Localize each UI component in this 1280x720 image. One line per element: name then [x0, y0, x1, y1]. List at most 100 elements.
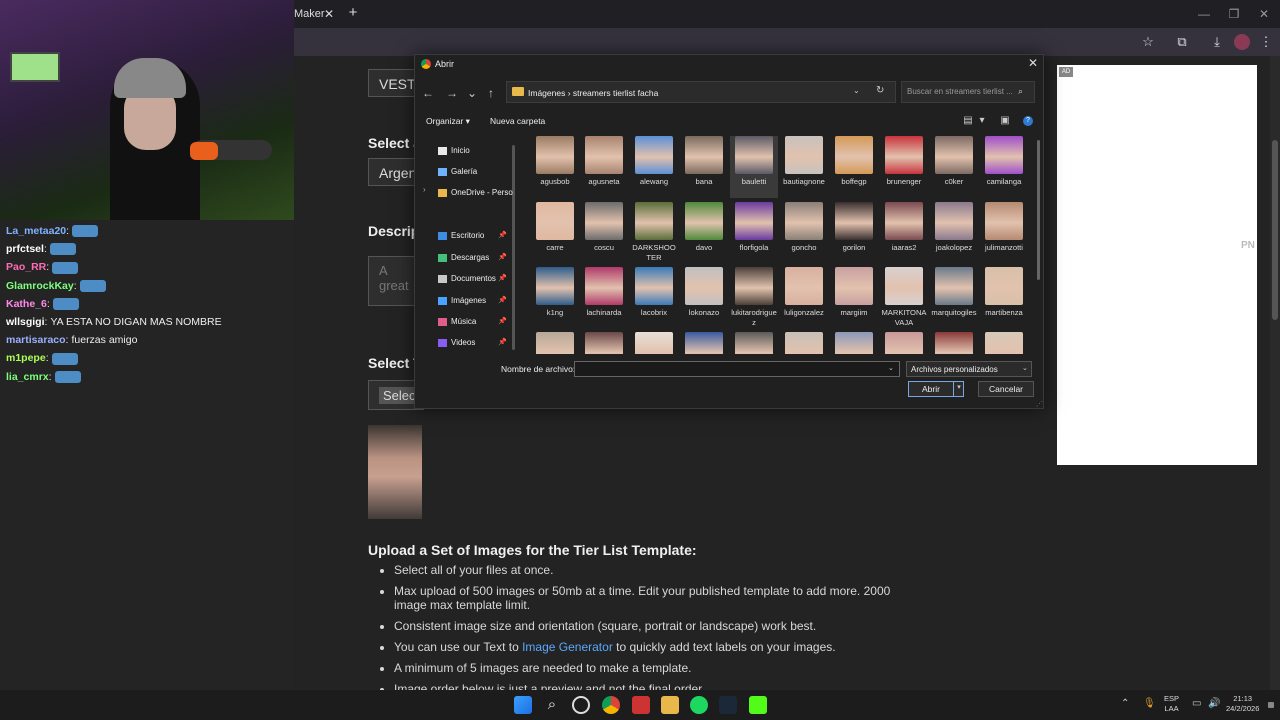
- network-icon[interactable]: ▭: [1192, 698, 1201, 709]
- nav-item[interactable]: Galería: [451, 167, 477, 176]
- resize-grip-icon[interactable]: ⋰: [1036, 400, 1043, 408]
- nav-item[interactable]: OneDrive - Perso: [451, 188, 513, 197]
- kick-icon[interactable]: [749, 696, 767, 714]
- view-options-icon[interactable]: ▤: [962, 115, 974, 127]
- forward-arrow-icon[interactable]: →: [444, 85, 460, 101]
- cancel-button[interactable]: Cancelar: [978, 381, 1034, 397]
- new-tab-button[interactable]: +: [346, 0, 360, 26]
- file-item[interactable]: k1ng: [531, 267, 579, 329]
- image-generator-link[interactable]: Image Generator: [522, 640, 613, 654]
- file-item[interactable]: luligonzalez: [780, 267, 828, 329]
- back-arrow-icon[interactable]: ←: [420, 85, 436, 101]
- restore-icon[interactable]: ❐: [1222, 0, 1246, 28]
- file-item[interactable]: carre: [531, 202, 579, 264]
- file-item[interactable]: [630, 332, 678, 354]
- file-item[interactable]: agusbob: [531, 136, 579, 198]
- browser-menu-icon[interactable]: ⋮: [1256, 32, 1276, 52]
- new-folder-button[interactable]: Nueva carpeta: [490, 116, 545, 126]
- file-item[interactable]: c0ker: [930, 136, 978, 198]
- open-split-chevron-icon[interactable]: ▾: [953, 381, 964, 397]
- nav-item[interactable]: Documentos: [451, 274, 496, 283]
- file-item[interactable]: alewang: [630, 136, 678, 198]
- file-item[interactable]: brunenger: [880, 136, 928, 198]
- page-scrollbar-thumb[interactable]: [1272, 140, 1278, 320]
- file-item[interactable]: lacobrix: [630, 267, 678, 329]
- bookmark-star-icon[interactable]: ☆: [1138, 32, 1158, 52]
- file-item[interactable]: marquitogiles: [930, 267, 978, 329]
- up-arrow-icon[interactable]: ↑: [483, 85, 499, 101]
- steam-icon[interactable]: [719, 696, 737, 714]
- chat-username[interactable]: Pao_RR: [6, 261, 46, 273]
- filename-dropdown-icon[interactable]: ⌄: [888, 364, 894, 372]
- chat-username[interactable]: La_metaa20: [6, 225, 66, 237]
- file-item[interactable]: davo: [680, 202, 728, 264]
- refresh-icon[interactable]: ↻: [876, 85, 888, 96]
- window-close-icon[interactable]: ✕: [1252, 0, 1276, 28]
- preview-pane-icon[interactable]: ▣: [999, 115, 1011, 127]
- file-item[interactable]: lachinarda: [580, 267, 628, 329]
- file-item[interactable]: julimanzotti: [980, 202, 1028, 264]
- chat-username[interactable]: Kathe_6: [6, 298, 47, 310]
- view-chevron-icon[interactable]: ▾: [976, 115, 988, 127]
- chat-username[interactable]: martisaraco: [6, 334, 66, 346]
- file-item[interactable]: margiim: [830, 267, 878, 329]
- profile-avatar[interactable]: [1234, 34, 1250, 50]
- file-item[interactable]: [531, 332, 579, 354]
- search-input[interactable]: Buscar en streamers tierlist ...: [901, 81, 1035, 103]
- chat-username[interactable]: m1pepe: [6, 352, 46, 364]
- address-dropdown-icon[interactable]: ⌄: [853, 86, 863, 95]
- chat-username[interactable]: lia_cmrx: [6, 371, 49, 383]
- volume-icon[interactable]: 🔊: [1208, 698, 1220, 709]
- expand-chevron-icon[interactable]: ›: [423, 185, 426, 194]
- filetype-select[interactable]: Archivos personalizados: [906, 361, 1032, 377]
- chrome-taskbar-icon[interactable]: [602, 696, 620, 714]
- microphone-tray-icon[interactable]: 🎙: [1143, 698, 1156, 709]
- file-item[interactable]: lukitarodriguez: [730, 267, 778, 329]
- file-item[interactable]: [780, 332, 828, 354]
- search-taskbar-icon[interactable]: ⌕: [543, 696, 561, 714]
- spotify-icon[interactable]: [690, 696, 708, 714]
- file-item[interactable]: iaaras2: [880, 202, 928, 264]
- download-icon[interactable]: ⤓: [1207, 32, 1227, 52]
- windows-start-icon[interactable]: [514, 696, 532, 714]
- file-item[interactable]: bautiagnone: [780, 136, 828, 198]
- ad-banner[interactable]: [1057, 65, 1257, 465]
- nav-item[interactable]: Videos: [451, 338, 475, 347]
- search-icon[interactable]: ⌕: [1018, 86, 1028, 97]
- file-item[interactable]: florfigola: [730, 202, 778, 264]
- chat-username[interactable]: wllsgigi: [6, 316, 45, 328]
- file-item[interactable]: [580, 332, 628, 354]
- recent-chevron-icon[interactable]: ⌄: [464, 85, 480, 101]
- file-explorer-icon[interactable]: [661, 696, 679, 714]
- file-item[interactable]: [880, 332, 928, 354]
- file-item[interactable]: boffegp: [830, 136, 878, 198]
- file-item[interactable]: [730, 332, 778, 354]
- file-item[interactable]: [830, 332, 878, 354]
- obs-icon[interactable]: [572, 696, 590, 714]
- file-item[interactable]: lokonazo: [680, 267, 728, 329]
- file-item[interactable]: agusneta: [580, 136, 628, 198]
- file-item[interactable]: bauletti: [730, 136, 778, 198]
- file-item[interactable]: coscu: [580, 202, 628, 264]
- chat-username[interactable]: prfctsel: [6, 243, 44, 255]
- file-item[interactable]: [680, 332, 728, 354]
- nav-item[interactable]: Escritorio: [451, 231, 484, 240]
- file-item[interactable]: [980, 332, 1028, 354]
- extensions-icon[interactable]: ⧉: [1172, 32, 1192, 52]
- app-icon[interactable]: [632, 696, 650, 714]
- nav-scrollbar[interactable]: [512, 145, 515, 350]
- file-item[interactable]: camilanga: [980, 136, 1028, 198]
- file-item[interactable]: goncho: [780, 202, 828, 264]
- dialog-close-icon[interactable]: ✕: [1026, 56, 1040, 70]
- files-scrollbar[interactable]: [1037, 140, 1040, 280]
- file-item[interactable]: bana: [680, 136, 728, 198]
- file-item[interactable]: gorilon: [830, 202, 878, 264]
- notification-icon[interactable]: [1268, 702, 1274, 708]
- breadcrumb[interactable]: Imágenes › streamers tierlist facha: [528, 88, 658, 98]
- language-indicator[interactable]: ESP LAA: [1164, 694, 1179, 714]
- file-item[interactable]: DARKSHOOTER: [630, 202, 678, 264]
- nav-item[interactable]: Música: [451, 317, 476, 326]
- file-item[interactable]: martibenza: [980, 267, 1028, 329]
- chat-username[interactable]: GlamrockKay: [6, 280, 74, 292]
- nav-item[interactable]: Descargas: [451, 253, 489, 262]
